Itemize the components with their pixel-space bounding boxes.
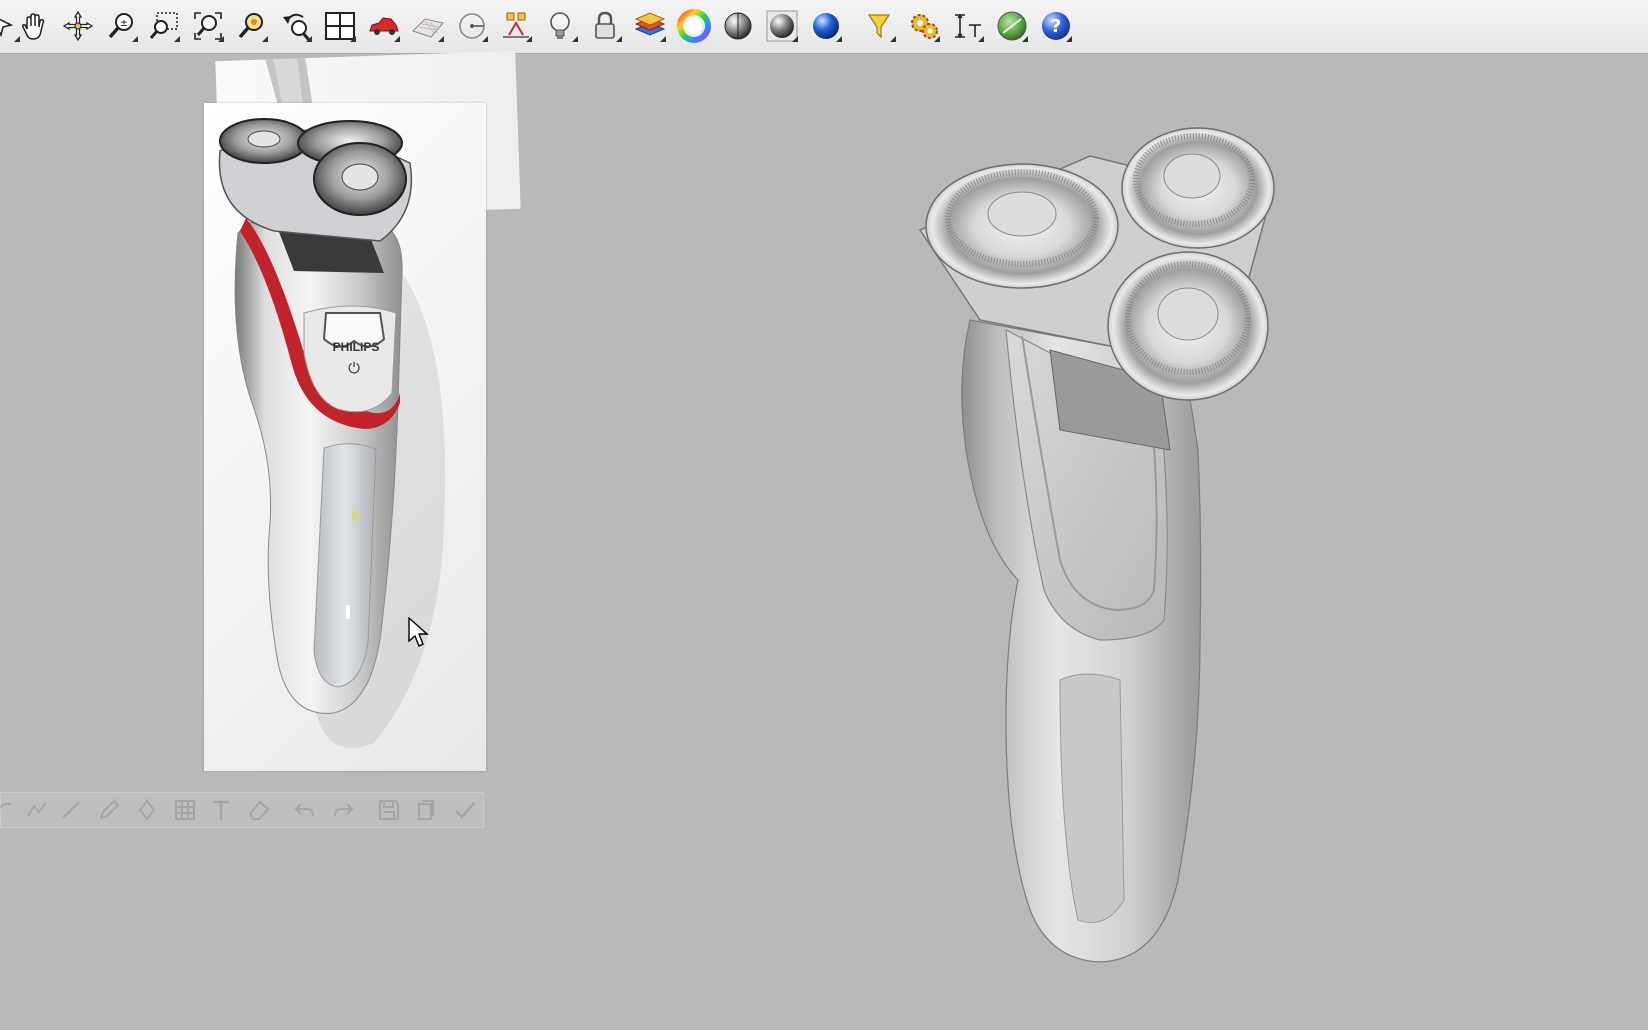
car-render-icon[interactable] (366, 8, 402, 44)
light-bulb-icon[interactable] (544, 8, 580, 44)
zoom-icon[interactable]: ± (104, 8, 140, 44)
lock-icon[interactable] (588, 8, 624, 44)
main-toolbar: ± ? (0, 0, 1648, 54)
reference-image-panel[interactable]: PHILIPS ⏻ (204, 103, 486, 771)
construction-plane-icon[interactable] (410, 8, 446, 44)
shaded-sphere-icon[interactable] (720, 8, 756, 44)
save-icon[interactable] (377, 798, 401, 822)
svg-text:?: ? (1051, 16, 1061, 37)
text-icon[interactable] (209, 798, 233, 822)
check-icon[interactable] (453, 798, 477, 822)
pan-hand-icon[interactable] (16, 8, 52, 44)
copy-icon[interactable] (413, 798, 437, 822)
measure-icon[interactable] (454, 8, 490, 44)
undo-icon[interactable] (293, 798, 317, 822)
shaver-3d-model[interactable] (910, 120, 1300, 980)
redo-icon[interactable] (331, 798, 355, 822)
reference-shaver-photo: PHILIPS ⏻ (218, 118, 446, 748)
polyline-icon[interactable] (25, 798, 49, 822)
curve-icon[interactable] (0, 798, 15, 822)
undo-view-icon[interactable] (278, 8, 314, 44)
settings-gears-icon[interactable] (906, 8, 942, 44)
svg-text:±: ± (120, 18, 128, 29)
render-preview-icon[interactable] (862, 8, 898, 44)
power-icon: ⏻ (348, 359, 360, 377)
help-icon[interactable]: ? (1038, 8, 1074, 44)
eraser-icon[interactable] (247, 798, 271, 822)
brand-text: PHILIPS (333, 340, 380, 354)
rotate-view-icon[interactable] (60, 8, 96, 44)
dimension-icon[interactable] (950, 8, 986, 44)
floating-sketch-toolbar[interactable] (0, 792, 484, 828)
mouse-cursor-icon (408, 616, 430, 649)
zoom-window-icon[interactable] (146, 8, 182, 44)
globe-icon[interactable] (994, 8, 1030, 44)
grid-icon[interactable] (173, 798, 197, 822)
four-viewports-icon[interactable] (322, 8, 358, 44)
zoom-extents-icon[interactable] (190, 8, 226, 44)
rendered-sphere-icon[interactable] (764, 8, 800, 44)
layer-icon[interactable] (632, 8, 668, 44)
zoom-selected-icon[interactable] (234, 8, 270, 44)
pen-icon[interactable] (135, 798, 159, 822)
blue-sphere-icon[interactable] (808, 8, 844, 44)
transform-icon[interactable] (498, 8, 534, 44)
line-icon[interactable] (59, 798, 83, 822)
pencil-icon[interactable] (97, 798, 121, 822)
color-wheel-icon[interactable] (676, 8, 712, 44)
